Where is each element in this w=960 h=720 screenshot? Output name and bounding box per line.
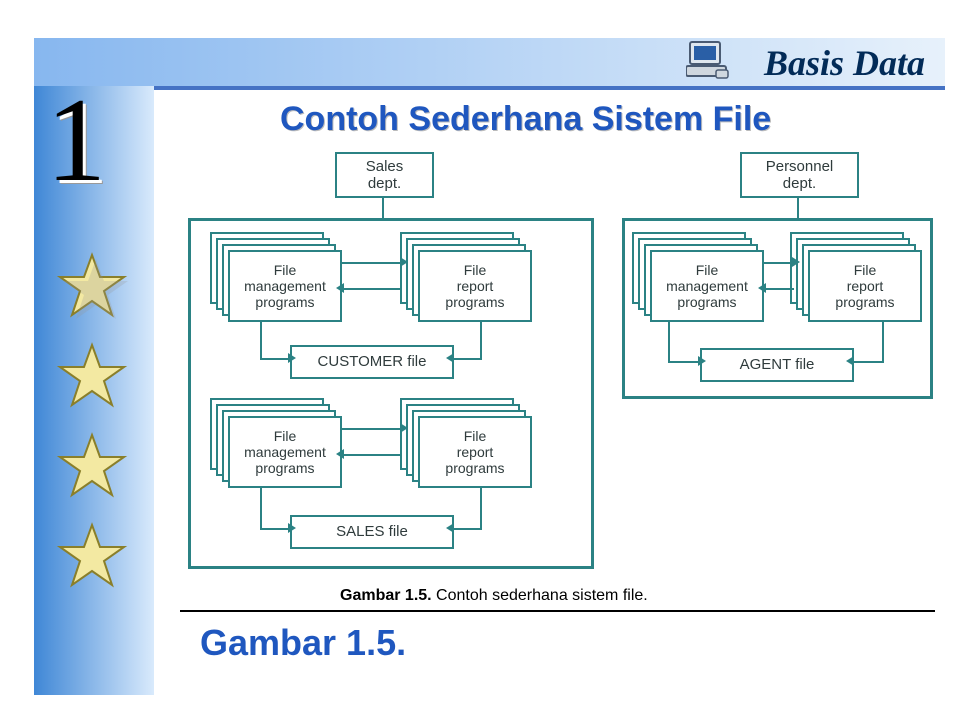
connector xyxy=(382,196,384,218)
content-title: Contoh Sederhana Sistem File xyxy=(280,100,771,139)
connector xyxy=(480,320,482,360)
arrow-icon xyxy=(288,523,296,533)
box-sales-dept: Salesdept. xyxy=(335,152,434,198)
box-personnel-dept: Personneldept. xyxy=(740,152,859,198)
figure-caption: Gambar 1.5. Contoh sederhana sistem file… xyxy=(340,587,648,605)
diagram: Salesdept. Filemanagementprograms Filere… xyxy=(170,150,930,580)
connector xyxy=(852,361,884,363)
slide: Basis Data 1 Contoh Sederhana Sistem Fil… xyxy=(0,0,960,720)
arrow-icon xyxy=(846,356,854,366)
label-file-report: Filereportprograms xyxy=(808,250,922,322)
arrow-icon xyxy=(400,423,408,433)
box-agent-file: AGENT file xyxy=(700,348,854,382)
star-icon xyxy=(56,251,128,323)
arrow-icon xyxy=(758,283,766,293)
header-title: Basis Data xyxy=(764,42,925,84)
connector xyxy=(260,528,290,530)
connector xyxy=(260,320,262,360)
sidebar: 1 xyxy=(34,86,154,695)
connector xyxy=(342,428,402,430)
caption-divider xyxy=(180,610,935,612)
arrow-icon xyxy=(336,449,344,459)
chapter-number: 1 xyxy=(46,80,106,200)
arrow-icon xyxy=(400,257,408,267)
star-icon xyxy=(56,521,128,593)
star-list xyxy=(56,251,128,611)
arrow-icon xyxy=(446,353,454,363)
arrow-icon xyxy=(698,356,706,366)
connector xyxy=(882,320,884,362)
figure-caption-text: Contoh sederhana sistem file. xyxy=(432,587,648,604)
figure-title: Gambar 1.5. xyxy=(200,622,406,664)
arrow-icon xyxy=(288,353,296,363)
arrow-icon xyxy=(446,523,454,533)
connector xyxy=(452,358,482,360)
connector xyxy=(260,358,290,360)
connector xyxy=(668,320,670,362)
connector xyxy=(260,486,262,528)
box-customer-file: CUSTOMER file xyxy=(290,345,454,379)
label-file-mgmt: Filemanagementprograms xyxy=(228,416,342,488)
computer-icon xyxy=(686,40,730,87)
label-file-report: Filereportprograms xyxy=(418,416,532,488)
connector xyxy=(797,196,799,218)
connector xyxy=(764,288,794,290)
connector xyxy=(668,361,700,363)
label-file-mgmt: Filemanagementprograms xyxy=(650,250,764,322)
connector xyxy=(342,288,402,290)
star-icon xyxy=(56,341,128,413)
figure-caption-number: Gambar 1.5. xyxy=(340,587,432,604)
star-icon xyxy=(56,431,128,503)
connector xyxy=(480,486,482,528)
connector xyxy=(764,262,794,264)
label-file-report: Filereportprograms xyxy=(418,250,532,322)
connector xyxy=(452,528,482,530)
arrow-icon xyxy=(792,257,800,267)
label-file-mgmt: Filemanagementprograms xyxy=(228,250,342,322)
connector xyxy=(342,454,402,456)
connector xyxy=(342,262,402,264)
arrow-icon xyxy=(336,283,344,293)
box-sales-file: SALES file xyxy=(290,515,454,549)
